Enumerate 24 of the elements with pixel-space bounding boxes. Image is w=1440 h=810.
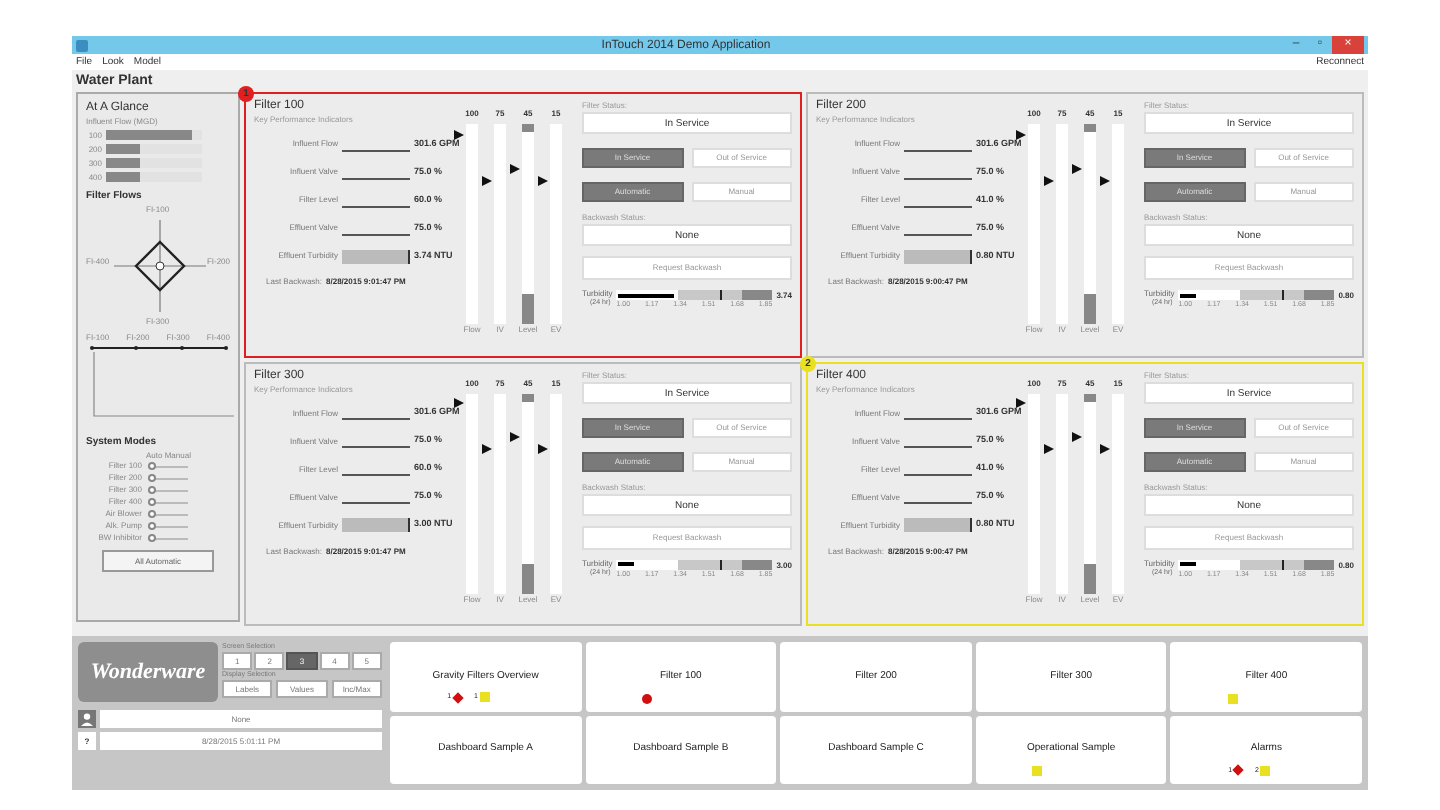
gauge-cap <box>522 124 534 132</box>
turbidity-bar <box>342 518 410 532</box>
scale-marker <box>719 290 722 300</box>
scale-marker <box>1281 290 1284 300</box>
mode-switch[interactable] <box>148 462 188 470</box>
trend-chart-drawing <box>90 346 234 417</box>
mode-switch[interactable] <box>148 498 188 506</box>
gauge-cap <box>522 393 534 401</box>
app-icon <box>76 39 88 51</box>
scale-marker <box>1281 559 1284 569</box>
scale-marker <box>719 559 722 569</box>
user-icon[interactable] <box>78 710 96 728</box>
mode-switch[interactable] <box>148 534 188 542</box>
mode-switch[interactable] <box>148 486 188 494</box>
gauge-cap <box>1084 393 1096 401</box>
radar-chart-drawing <box>113 219 207 313</box>
turbidity-bar <box>342 249 410 263</box>
turbidity-bar <box>904 249 972 263</box>
mode-switch[interactable] <box>148 510 188 518</box>
mode-switch[interactable] <box>148 474 188 482</box>
mode-switch[interactable] <box>148 522 188 530</box>
turbidity-bar <box>904 518 972 532</box>
gauge-cap <box>1084 124 1096 132</box>
logo: Wonderware <box>78 642 218 702</box>
